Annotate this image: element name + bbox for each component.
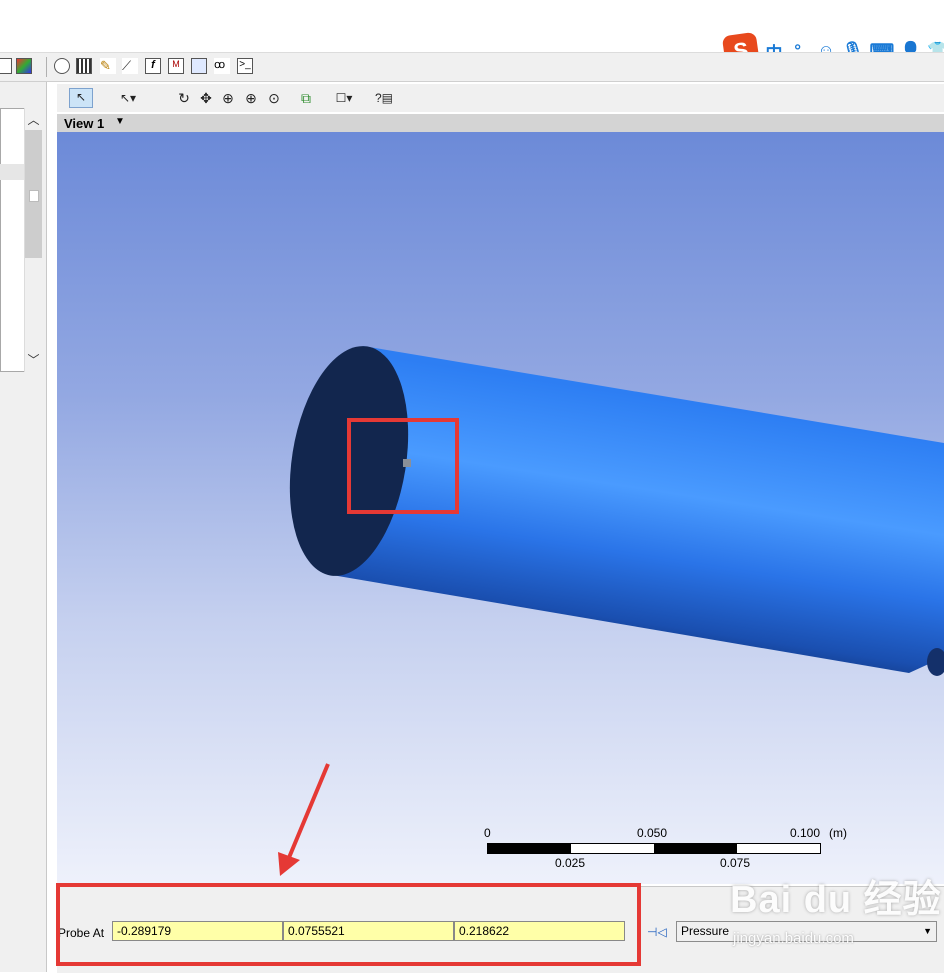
- scale-unit: (m): [829, 826, 847, 840]
- scrollbar-grip: [29, 190, 39, 202]
- scale-label-0050: 0.050: [637, 826, 668, 840]
- scroll-up-arrow[interactable]: ︿: [24, 110, 43, 130]
- copy-icon[interactable]: ⧉: [297, 90, 315, 106]
- pick-icon[interactable]: ⟋: [122, 58, 138, 74]
- toolbar-separator: [46, 57, 47, 77]
- function-icon[interactable]: f: [145, 58, 161, 74]
- view-dropdown-icon[interactable]: ▼: [115, 116, 125, 127]
- scale-bar: [487, 843, 821, 854]
- scale-label-0025: 0.025: [555, 856, 586, 870]
- viewer-toolbar: ↖ ↖▾ ↻ ✥ ⊕ ⊕ ⊙ ⧉ ☐▾ ?▤: [57, 84, 944, 112]
- viewport-layout-icon[interactable]: ☐▾: [329, 90, 359, 106]
- view-header: [57, 114, 944, 132]
- probe-variable-value: Pressure: [681, 924, 730, 938]
- main-toolbar: ✎ ⟋ f M ꝏ >_: [0, 52, 944, 82]
- tree-selected-row[interactable]: [0, 164, 24, 180]
- scale-label-0100: 0.100: [790, 826, 821, 840]
- binoculars-icon[interactable]: ꝏ: [214, 58, 230, 74]
- annotation-box-probe-point: [347, 418, 459, 514]
- watermark-url: jingyan.baidu.com: [733, 930, 854, 947]
- film-icon[interactable]: [76, 58, 92, 74]
- zoom-box-icon[interactable]: ⊕: [219, 90, 237, 106]
- probe-pin-icon[interactable]: ⊣◁: [647, 925, 667, 939]
- annotation-arrow: [278, 763, 330, 876]
- watermark-logo: Bai du 经验: [730, 879, 942, 921]
- cylinder-render: [289, 346, 944, 676]
- history-icon[interactable]: [54, 58, 70, 74]
- help-icon[interactable]: ?▤: [375, 90, 393, 106]
- zoom-in-icon[interactable]: ⊕: [242, 90, 260, 106]
- console-icon[interactable]: >_: [237, 58, 253, 74]
- color-icon[interactable]: [16, 58, 32, 74]
- pan-icon[interactable]: ✥: [197, 90, 215, 106]
- select-icon[interactable]: ↖: [69, 88, 93, 108]
- zoom-fit-icon[interactable]: ⊙: [265, 90, 283, 106]
- chevron-down-icon: ▼: [923, 926, 932, 936]
- annotation-box-probe-fields: [56, 883, 641, 966]
- rotate-icon[interactable]: ↻: [175, 90, 193, 106]
- table-icon[interactable]: [191, 58, 207, 74]
- layout-icon[interactable]: [0, 58, 12, 74]
- report-icon[interactable]: M: [168, 58, 184, 74]
- 3d-viewport[interactable]: [57, 132, 944, 884]
- pointer-dropdown-icon[interactable]: ↖▾: [113, 90, 143, 106]
- scale-label-0: 0: [484, 826, 491, 840]
- edit-icon[interactable]: ✎: [100, 58, 116, 74]
- view-title[interactable]: View 1: [64, 116, 104, 131]
- scroll-down-arrow[interactable]: ﹀: [24, 350, 43, 370]
